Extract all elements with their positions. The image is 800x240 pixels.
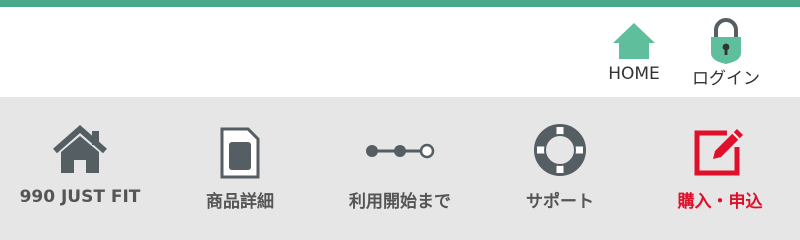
nav-item-support[interactable]: サポート bbox=[480, 97, 640, 240]
nav-item-label: 商品詳細 bbox=[206, 192, 274, 212]
edit-icon bbox=[693, 125, 747, 181]
nav-item-getting-started[interactable]: 利用開始まで bbox=[320, 97, 480, 240]
brand-stripe bbox=[0, 0, 800, 7]
nav-item-label: 利用開始まで bbox=[349, 192, 451, 212]
nav-item-label: 購入・申込 bbox=[677, 192, 763, 212]
nav-item-purchase[interactable]: 購入・申込 bbox=[640, 97, 800, 240]
main-navigation: 990 JUST FIT 商品詳細 利用開始まで サポート 購入・申込 bbox=[0, 97, 800, 240]
nav-item-product-details[interactable]: 商品詳細 bbox=[160, 97, 320, 240]
sim-card-icon bbox=[218, 127, 262, 183]
nav-item-label: 990 JUST FIT bbox=[19, 187, 141, 207]
header-utility-links: HOME ログイン bbox=[0, 7, 800, 97]
house-icon bbox=[51, 125, 109, 179]
login-link[interactable]: ログイン bbox=[680, 7, 772, 91]
home-link[interactable]: HOME bbox=[598, 7, 670, 91]
home-link-label: HOME bbox=[608, 64, 660, 84]
nav-item-just-fit[interactable]: 990 JUST FIT bbox=[0, 97, 160, 240]
login-link-label: ログイン bbox=[692, 69, 760, 89]
lock-icon bbox=[708, 17, 744, 69]
home-icon bbox=[612, 21, 656, 65]
steps-icon bbox=[365, 141, 435, 165]
nav-item-label: サポート bbox=[526, 192, 594, 212]
lifebuoy-icon bbox=[533, 123, 587, 181]
